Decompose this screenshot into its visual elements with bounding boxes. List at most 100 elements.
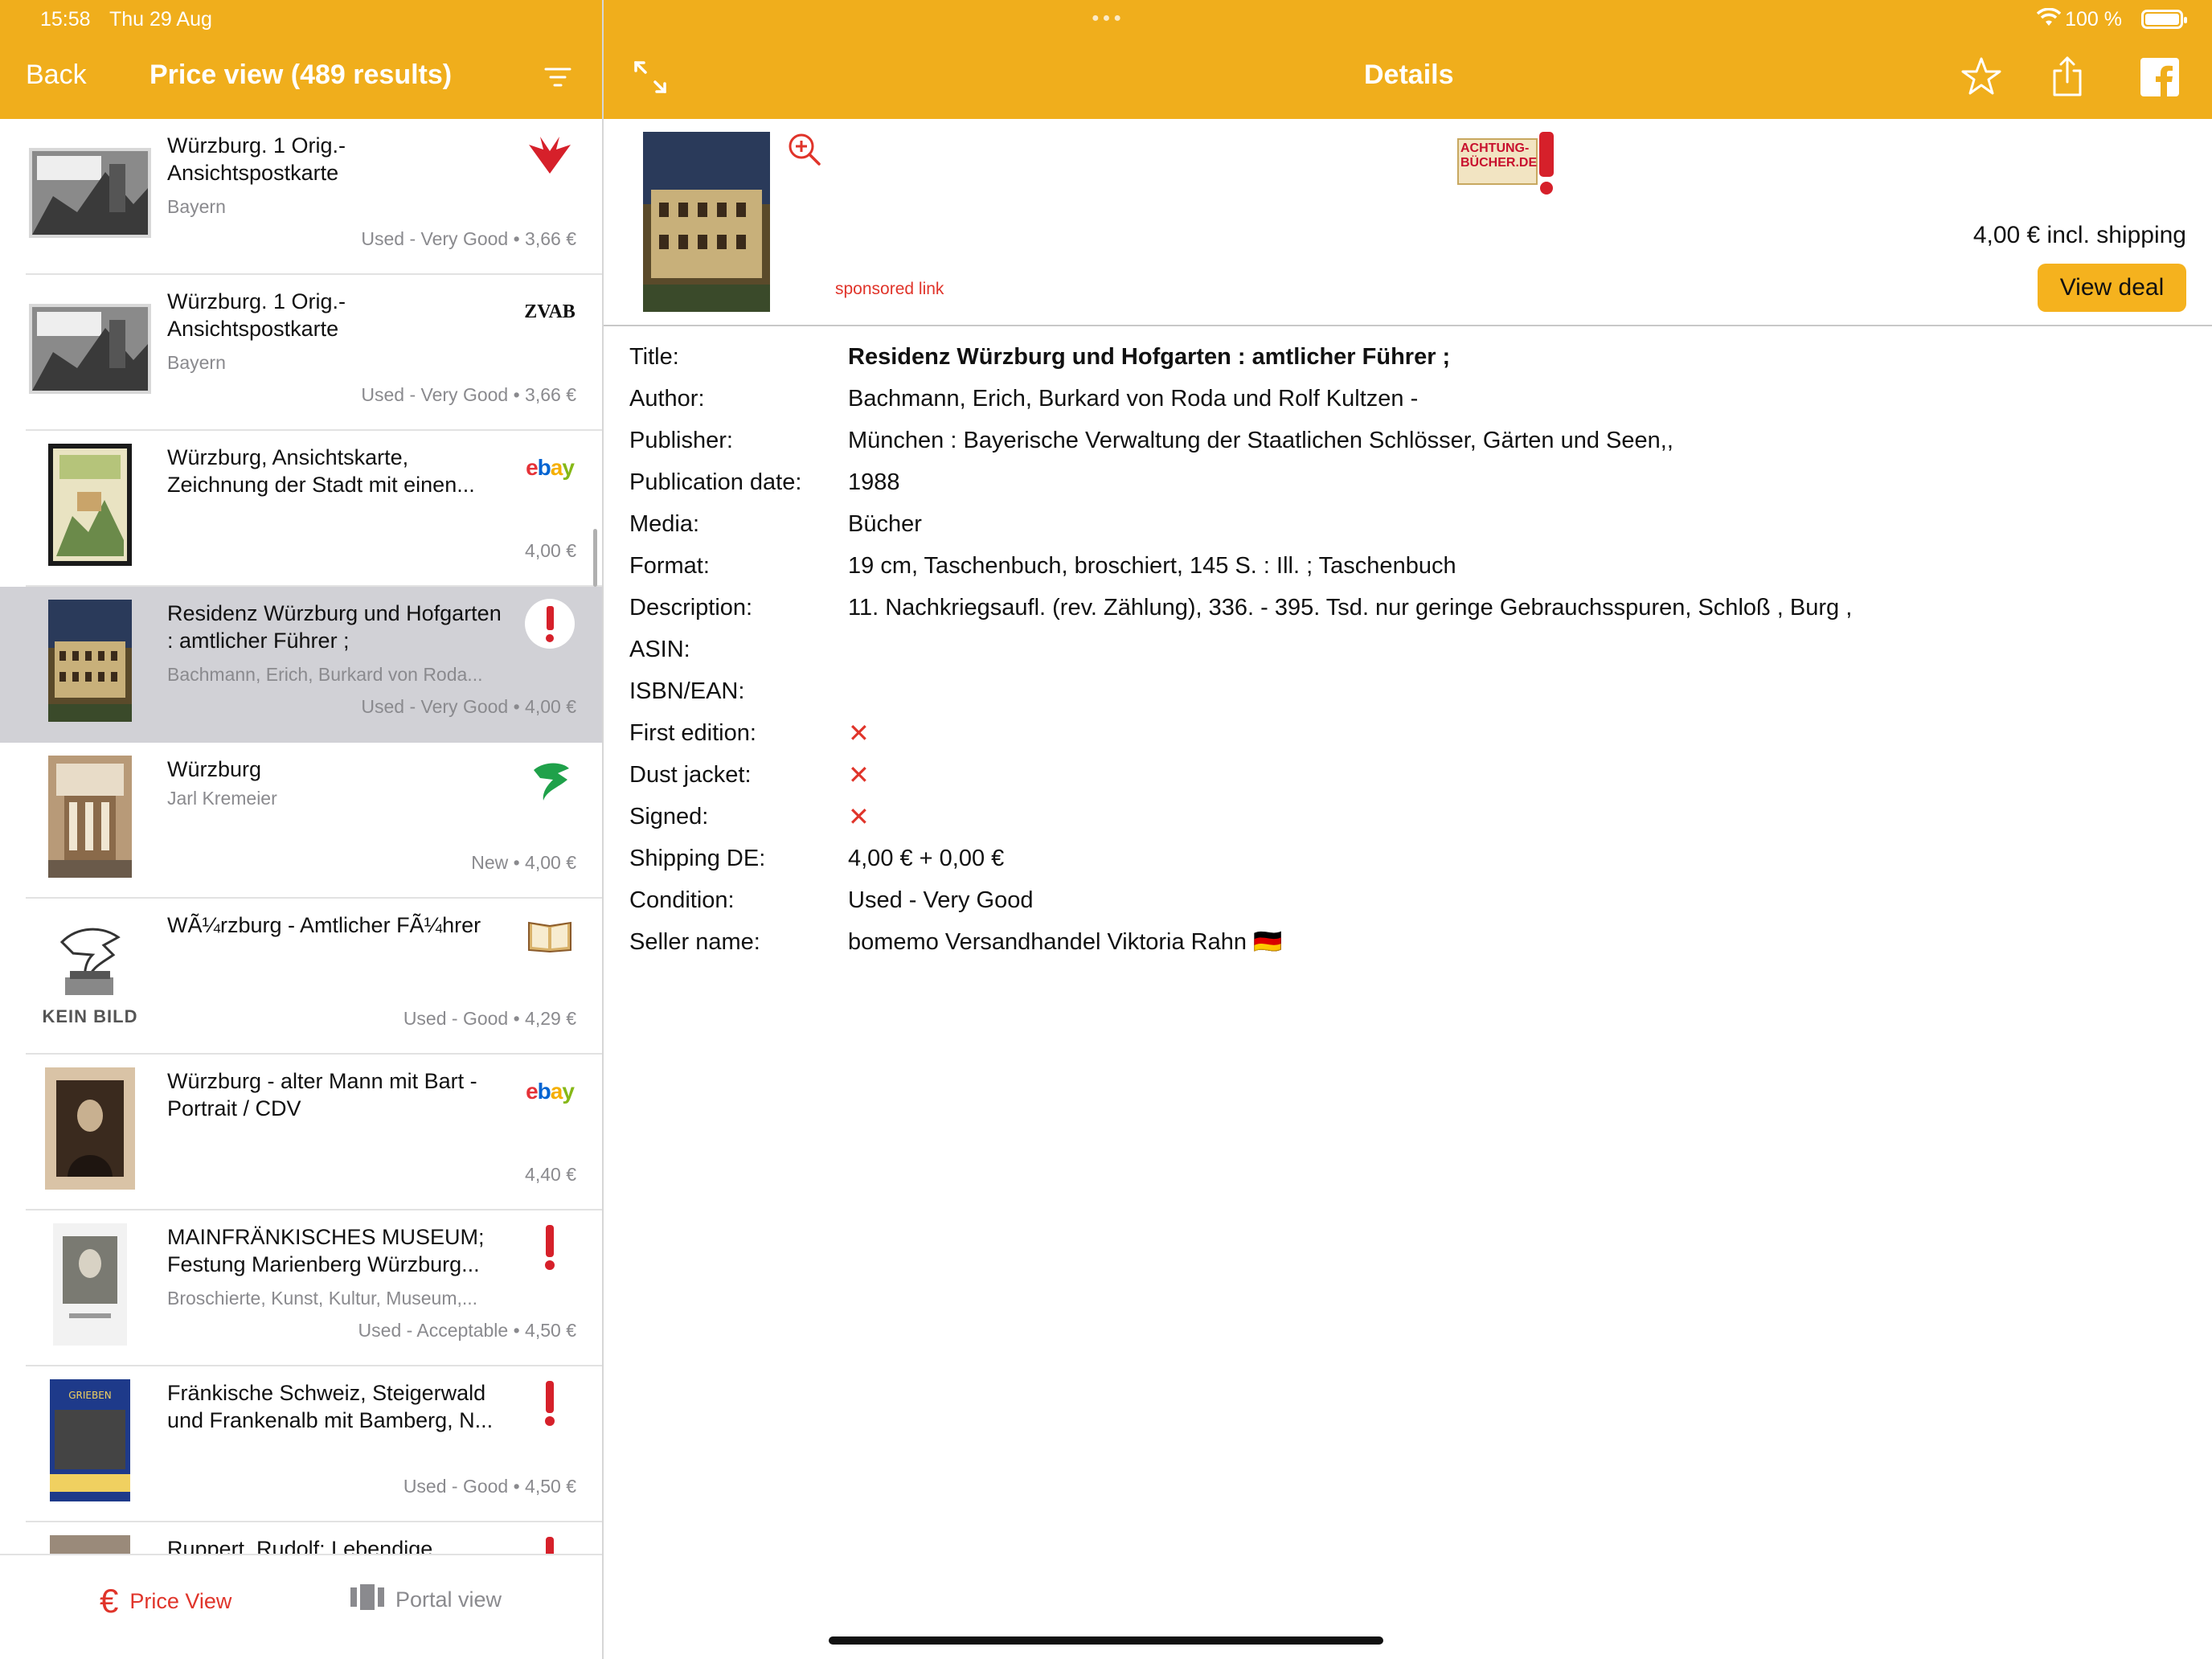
seller-name-link[interactable]: bomemo Versandhandel Viktoria Rahn 🇩🇪 [848, 928, 1282, 956]
item-subtitle: Bachmann, Erich, Burkard von Roda... [167, 664, 483, 685]
status-date: Thu 29 Aug [109, 8, 212, 31]
shop-logo[interactable]: ACHTUNG-BÜCHER.DE [1457, 132, 1567, 195]
achtung-buecher-logo-icon [522, 1379, 578, 1428]
item-condition-price: New • 4,00 € [471, 852, 576, 873]
postcard-thumbnail [26, 288, 154, 410]
booklooker-logo-icon [522, 132, 578, 180]
details-nav-bar: ●●● 100 % Details [604, 0, 2212, 119]
item-price: 4,00 € [525, 540, 576, 561]
cross-icon: ✕ [848, 802, 870, 831]
item-title: Würzburg - alter Mann mit Bart - Portrai… [167, 1069, 477, 1120]
portrait-thumbnail [26, 1067, 154, 1190]
list-item[interactable]: Würzburg. 1 Orig.- Ansichtspostkarte Bay… [0, 275, 602, 431]
home-indicator[interactable] [829, 1636, 1383, 1645]
battery-percent: 100 % [2065, 8, 2122, 31]
results-list[interactable]: Würzburg. 1 Orig.- Ansichtspostkarte Bay… [0, 119, 602, 1554]
detail-row-publication-date: Publication date: 1988 [629, 469, 900, 495]
zvab-logo-icon: ZVAB [524, 301, 576, 322]
back-button[interactable]: Back [26, 59, 87, 91]
item-title: Residenz Würzburg und Hofgarten : amtlic… [167, 601, 502, 653]
cross-icon: ✕ [848, 760, 870, 789]
ebay-logo-icon: ebay [526, 455, 575, 480]
list-item[interactable]: Würzburg. 1 Orig.- Ansichtspostkarte Bay… [0, 119, 602, 275]
ebay-logo-icon: ebay [526, 1079, 575, 1104]
book-cover-thumbnail [26, 600, 154, 722]
detail-row-media: Media: Bücher [629, 510, 922, 537]
status-time: 15:58 [40, 8, 91, 31]
item-subtitle: Bayern [167, 352, 226, 373]
detail-row-signed: Signed: ✕ [629, 802, 870, 831]
item-title: MAINFRÄNKISCHES MUSEUM; Festung Marienbe… [167, 1225, 485, 1276]
tab-bar: € Price View Portal view [0, 1554, 602, 1659]
view-deal-button[interactable]: View deal [2038, 264, 2186, 312]
drawing-thumbnail [26, 444, 154, 566]
detail-row-asin: ASIN: [629, 636, 690, 662]
item-subtitle: Jarl Kremeier [167, 788, 277, 809]
scroll-indicator[interactable] [593, 529, 597, 587]
guidebook-thumbnail: GRIEBEN [26, 1379, 154, 1501]
detail-row-dust-jacket: Dust jacket: ✕ [629, 760, 870, 789]
medimops-logo-icon [522, 756, 578, 804]
list-item[interactable]: Ruppert, Rudolf: Lebendige [0, 1522, 602, 1554]
cross-icon: ✕ [848, 719, 870, 748]
item-title: WÃ¼rzburg - Amtlicher FÃ¼hrer [167, 913, 481, 937]
item-condition-price: Used - Very Good • 4,00 € [361, 696, 576, 717]
portal-icon [350, 1584, 384, 1616]
sponsored-link[interactable]: sponsored link [835, 280, 944, 299]
detail-row-author: Author: Bachmann, Erich, Burkard von Roda… [629, 385, 1419, 412]
list-item[interactable]: GRIEBEN Fränkische Schweiz, Steigerwald … [0, 1366, 602, 1522]
item-condition-price: Used - Good • 4,50 € [403, 1476, 576, 1497]
item-title: Würzburg, Ansichtskarte, Zeichnung der S… [167, 445, 475, 497]
facebook-icon[interactable] [2140, 58, 2179, 100]
list-item-selected[interactable]: Residenz Würzburg und Hofgarten : amtlic… [0, 587, 602, 743]
detail-row-format: Format: 19 cm, Taschenbuch, broschiert, 1… [629, 552, 1456, 579]
euro-icon: € [100, 1582, 119, 1620]
star-icon[interactable] [1961, 56, 2001, 100]
list-nav-bar: 15:58 Thu 29 Aug Back Price view (489 re… [0, 0, 602, 119]
list-item[interactable]: Würzburg Jarl Kremeier New • 4,00 € [0, 743, 602, 899]
item-title: Ruppert, Rudolf: Lebendige [167, 1537, 433, 1554]
item-subtitle: Bayern [167, 196, 226, 217]
achtung-buecher-logo-icon [522, 599, 578, 649]
item-condition-price: Used - Good • 4,29 € [403, 1008, 576, 1029]
battery-icon [2141, 10, 2187, 29]
book-cover-image[interactable] [643, 132, 770, 312]
achtung-buecher-logo-icon [522, 1535, 578, 1554]
no-image-thumbnail: KEIN BILD [26, 911, 154, 1034]
item-title: Würzburg. 1 Orig.- Ansichtspostkarte [167, 133, 346, 185]
details-table: Title: Residenz Würzburg und Hofgarten : … [629, 336, 1852, 963]
detail-row-isbn: ISBN/EAN: [629, 678, 745, 704]
item-subtitle: Broschierte, Kunst, Kultur, Museum,... [167, 1288, 478, 1309]
zoom-in-icon[interactable] [787, 132, 822, 171]
share-icon[interactable] [2051, 55, 2083, 102]
item-title: Würzburg [167, 757, 262, 781]
multitask-dots[interactable]: ●●● [1092, 11, 1124, 26]
item-condition-price: Used - Very Good • 3,66 € [361, 228, 576, 249]
interior-thumbnail [26, 756, 154, 878]
detail-row-publisher: Publisher: München : Bayerische Verwaltun… [629, 427, 1673, 453]
detail-row-description: Description: 11. Nachkriegsaufl. (rev. Zä… [629, 594, 1853, 621]
detail-row-seller: Seller name: bomemo Versandhandel Viktori… [629, 928, 1283, 956]
expand-icon[interactable] [633, 59, 668, 99]
achtung-buecher-logo-icon [522, 1223, 578, 1272]
item-title: Würzburg. 1 Orig.- Ansichtspostkarte [167, 289, 346, 341]
item-condition-price: Used - Acceptable • 4,50 € [358, 1320, 576, 1341]
wifi-icon [2036, 7, 2062, 31]
detail-row-condition: Condition: Used - Very Good [629, 887, 1034, 913]
book-logo-icon [522, 911, 578, 960]
detail-row-shipping: Shipping DE: 4,00 € + 0,00 € [629, 845, 1005, 871]
deal-panel: ACHTUNG-BÜCHER.DE sponsored link 4,00 € … [604, 119, 2212, 326]
detail-row-title: Title: Residenz Würzburg und Hofgarten : … [629, 343, 1451, 370]
tab-price-view[interactable]: € Price View [100, 1584, 231, 1618]
deal-price: 4,00 € incl. shipping [1972, 222, 2186, 248]
filter-icon[interactable] [543, 66, 572, 88]
book-thumbnail [26, 1535, 154, 1554]
list-item[interactable]: Würzburg - alter Mann mit Bart - Portrai… [0, 1055, 602, 1210]
item-condition-price: Used - Very Good • 3,66 € [361, 384, 576, 405]
postcard-thumbnail [26, 132, 154, 254]
list-item[interactable]: Würzburg, Ansichtskarte, Zeichnung der S… [0, 431, 602, 587]
list-item[interactable]: MAINFRÄNKISCHES MUSEUM; Festung Marienbe… [0, 1210, 602, 1366]
item-price: 4,40 € [525, 1164, 576, 1185]
tab-portal-view[interactable]: Portal view [350, 1584, 502, 1616]
list-item[interactable]: KEIN BILD WÃ¼rzburg - Amtlicher FÃ¼hrer … [0, 899, 602, 1055]
